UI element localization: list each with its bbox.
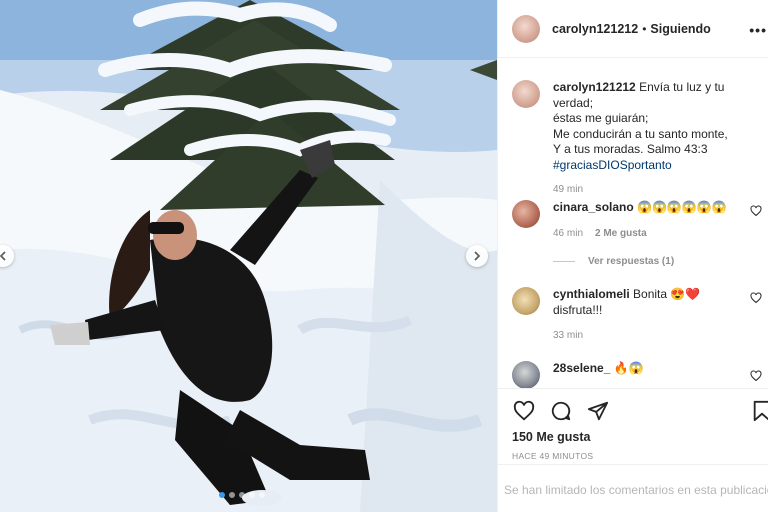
post-details-panel: carolyn121212 • Siguiendo ••• carolyn121… <box>497 0 768 512</box>
post-photo[interactable] <box>0 0 497 512</box>
avatar[interactable] <box>512 361 540 388</box>
share-button[interactable] <box>586 399 610 423</box>
more-options-icon[interactable]: ••• <box>749 22 767 38</box>
comment-icon <box>551 401 571 421</box>
chevron-right-icon <box>474 251 481 261</box>
comment-username[interactable]: 28selene_ <box>553 361 610 375</box>
caption-line: éstas me guiarán; <box>553 111 649 125</box>
carousel-indicator <box>219 492 265 498</box>
comments-list[interactable]: carolyn121212 Envía tu luz y tu verdad; … <box>498 58 768 388</box>
like-button[interactable] <box>512 399 536 423</box>
caption-time: 49 min <box>553 184 584 195</box>
comment-time: 33 min <box>553 330 584 341</box>
carousel-dot <box>249 492 255 498</box>
view-replies-label: Ver respuestas (1) <box>588 256 675 267</box>
carousel-dot <box>229 492 235 498</box>
heart-icon[interactable] <box>750 370 762 382</box>
heart-icon[interactable] <box>750 292 762 304</box>
following-button[interactable]: Siguiendo <box>650 22 710 36</box>
comment-time: 46 min <box>553 227 584 239</box>
comment-text: 😱😱😱😱😱😱 <box>637 200 727 214</box>
replies-divider <box>553 261 575 262</box>
next-photo-button[interactable] <box>466 245 488 267</box>
snow-scene-illustration <box>0 0 497 512</box>
heart-icon <box>513 400 535 421</box>
caption-username[interactable]: carolyn121212 <box>553 80 636 94</box>
post-timestamp: HACE 49 MINUTOS <box>512 451 594 461</box>
carousel-dot <box>259 492 265 498</box>
chevron-left-icon <box>0 251 6 261</box>
avatar[interactable] <box>512 80 540 108</box>
carousel-dot <box>219 492 225 498</box>
like-count[interactable]: 150 Me gusta <box>512 430 591 444</box>
heart-icon[interactable] <box>750 205 762 217</box>
post-actions: 150 Me gusta HACE 49 MINUTOS <box>498 388 768 464</box>
caption-line: Y a tus moradas. Salmo 43:3 <box>553 142 708 156</box>
comment-text: 🔥😱 <box>613 361 644 375</box>
comment-username[interactable]: cynthialomeli <box>553 287 630 301</box>
author-username[interactable]: carolyn121212 <box>552 22 638 36</box>
view-replies-button[interactable]: Ver respuestas (1) <box>553 256 674 267</box>
comments-limited-notice: Se han limitado los comentarios en esta … <box>498 464 768 512</box>
post-header: carolyn121212 • Siguiendo ••• <box>498 0 768 58</box>
comment-button[interactable] <box>549 399 573 423</box>
header-separator: • <box>642 21 647 36</box>
avatar[interactable] <box>512 287 540 315</box>
send-icon <box>587 401 609 421</box>
avatar[interactable] <box>512 200 540 228</box>
save-button[interactable] <box>750 399 768 423</box>
hashtag-link[interactable]: #graciasDIOSportanto <box>553 158 753 174</box>
comment-username[interactable]: cinara_solano <box>553 200 634 214</box>
carousel-dot <box>239 492 245 498</box>
comment-like-count[interactable]: 2 Me gusta <box>595 226 647 242</box>
avatar[interactable] <box>512 14 540 43</box>
bookmark-icon <box>753 400 768 422</box>
comments-limited-text: Se han limitado los comentarios en esta … <box>504 483 768 497</box>
caption-line: Me conducirán a tu santo monte, <box>553 126 728 141</box>
